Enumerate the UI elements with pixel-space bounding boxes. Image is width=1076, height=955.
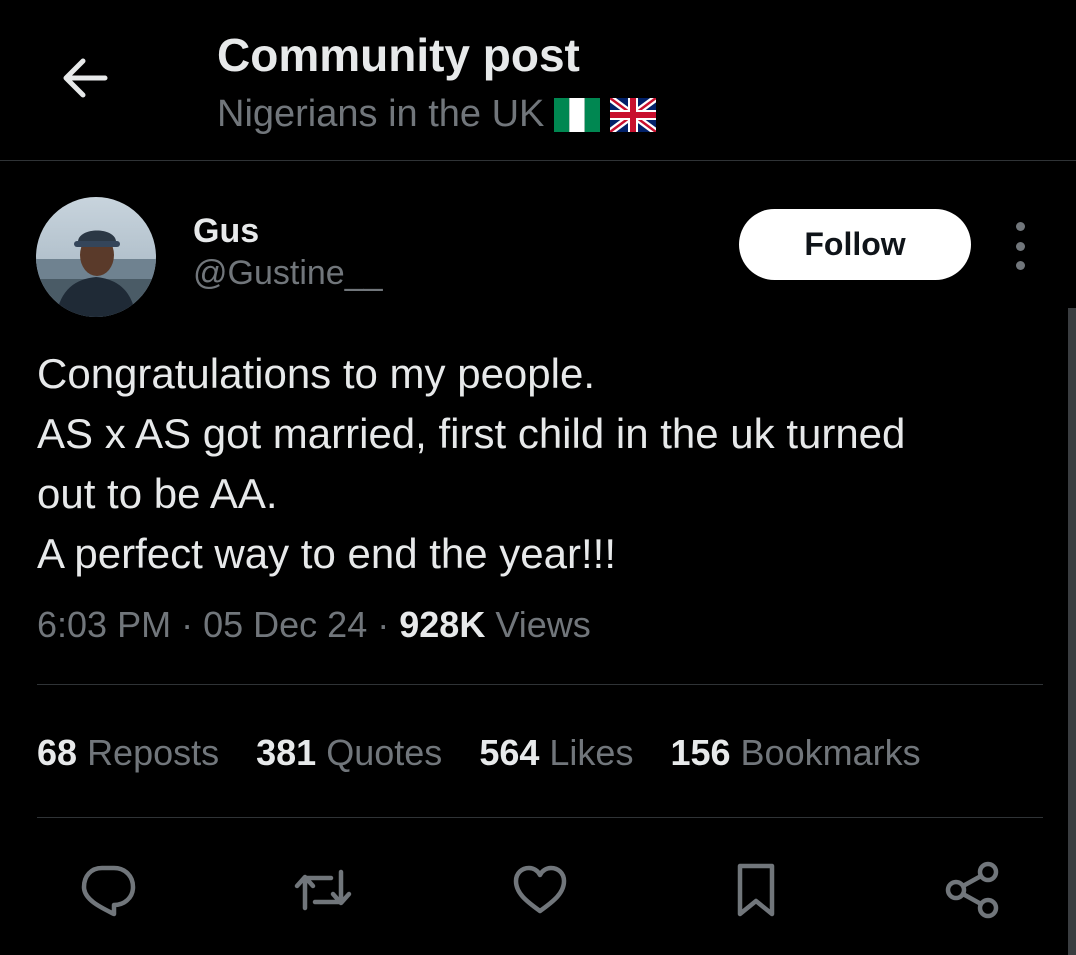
follow-button[interactable]: Follow [739,209,971,280]
reposts-stat[interactable]: 68 Reposts [37,732,219,774]
bookmark-icon [737,863,775,917]
post-text-line: out to be AA. [37,470,278,517]
share-button[interactable] [940,858,1004,922]
nigeria-flag-icon [554,97,601,132]
like-icon [513,865,567,914]
reposts-count: 68 [37,732,78,773]
bookmarks-count: 156 [670,732,731,773]
divider [37,684,1043,685]
uk-flag-icon [610,97,657,132]
repost-icon [294,869,352,911]
post-date: 05 Dec 24 [203,604,368,645]
page-title: Community post [217,29,580,81]
post-text-line: A perfect way to end the year!!! [37,530,616,577]
bookmarks-label: Bookmarks [740,732,921,773]
more-dot [1015,241,1025,251]
likes-label: Likes [549,732,634,773]
reply-button[interactable] [76,858,140,922]
engagement-stats: 68 Reposts 381 Quotes 564 Likes 156 Book… [37,732,921,774]
like-button[interactable] [508,858,572,922]
author-handle[interactable]: @Gustine__ [193,254,383,293]
back-button[interactable] [54,50,114,106]
quotes-stat[interactable]: 381 Quotes [256,732,442,774]
top-bar: Community post Nigerians in the UK [0,0,1076,161]
author-name[interactable]: Gus [193,212,259,251]
community-name: Nigerians in the UK [217,93,545,135]
bookmarks-stat[interactable]: 156 Bookmarks [670,732,920,774]
arrow-left-icon [63,58,108,98]
post-text-line: Congratulations to my people. [37,350,595,397]
scrollbar[interactable] [1068,308,1076,955]
repost-button[interactable] [291,858,355,922]
reposts-label: Reposts [87,732,220,773]
post-meta: 6:03 PM · 05 Dec 24 · 928K Views [37,604,591,646]
likes-stat[interactable]: 564 Likes [479,732,633,774]
views-label[interactable]: Views [495,604,590,645]
reply-icon [81,865,136,917]
post-time: 6:03 PM [37,604,172,645]
quotes-label: Quotes [326,732,443,773]
views-count[interactable]: 928K [399,604,485,645]
post-text-line: AS x AS got married, first child in the … [37,410,906,457]
more-options-button[interactable] [1000,222,1040,270]
likes-count: 564 [479,732,540,773]
separator: · [181,604,194,645]
share-icon [945,861,999,919]
more-dot [1015,222,1025,231]
avatar[interactable] [36,197,156,317]
post-text: Congratulations to my people. AS x AS go… [37,344,1047,584]
more-dot [1015,261,1025,270]
divider [37,817,1043,818]
quotes-count: 381 [256,732,317,773]
community-name-row[interactable]: Nigerians in the UK [217,93,657,136]
separator: · [377,604,390,645]
bookmark-button[interactable] [724,858,788,922]
